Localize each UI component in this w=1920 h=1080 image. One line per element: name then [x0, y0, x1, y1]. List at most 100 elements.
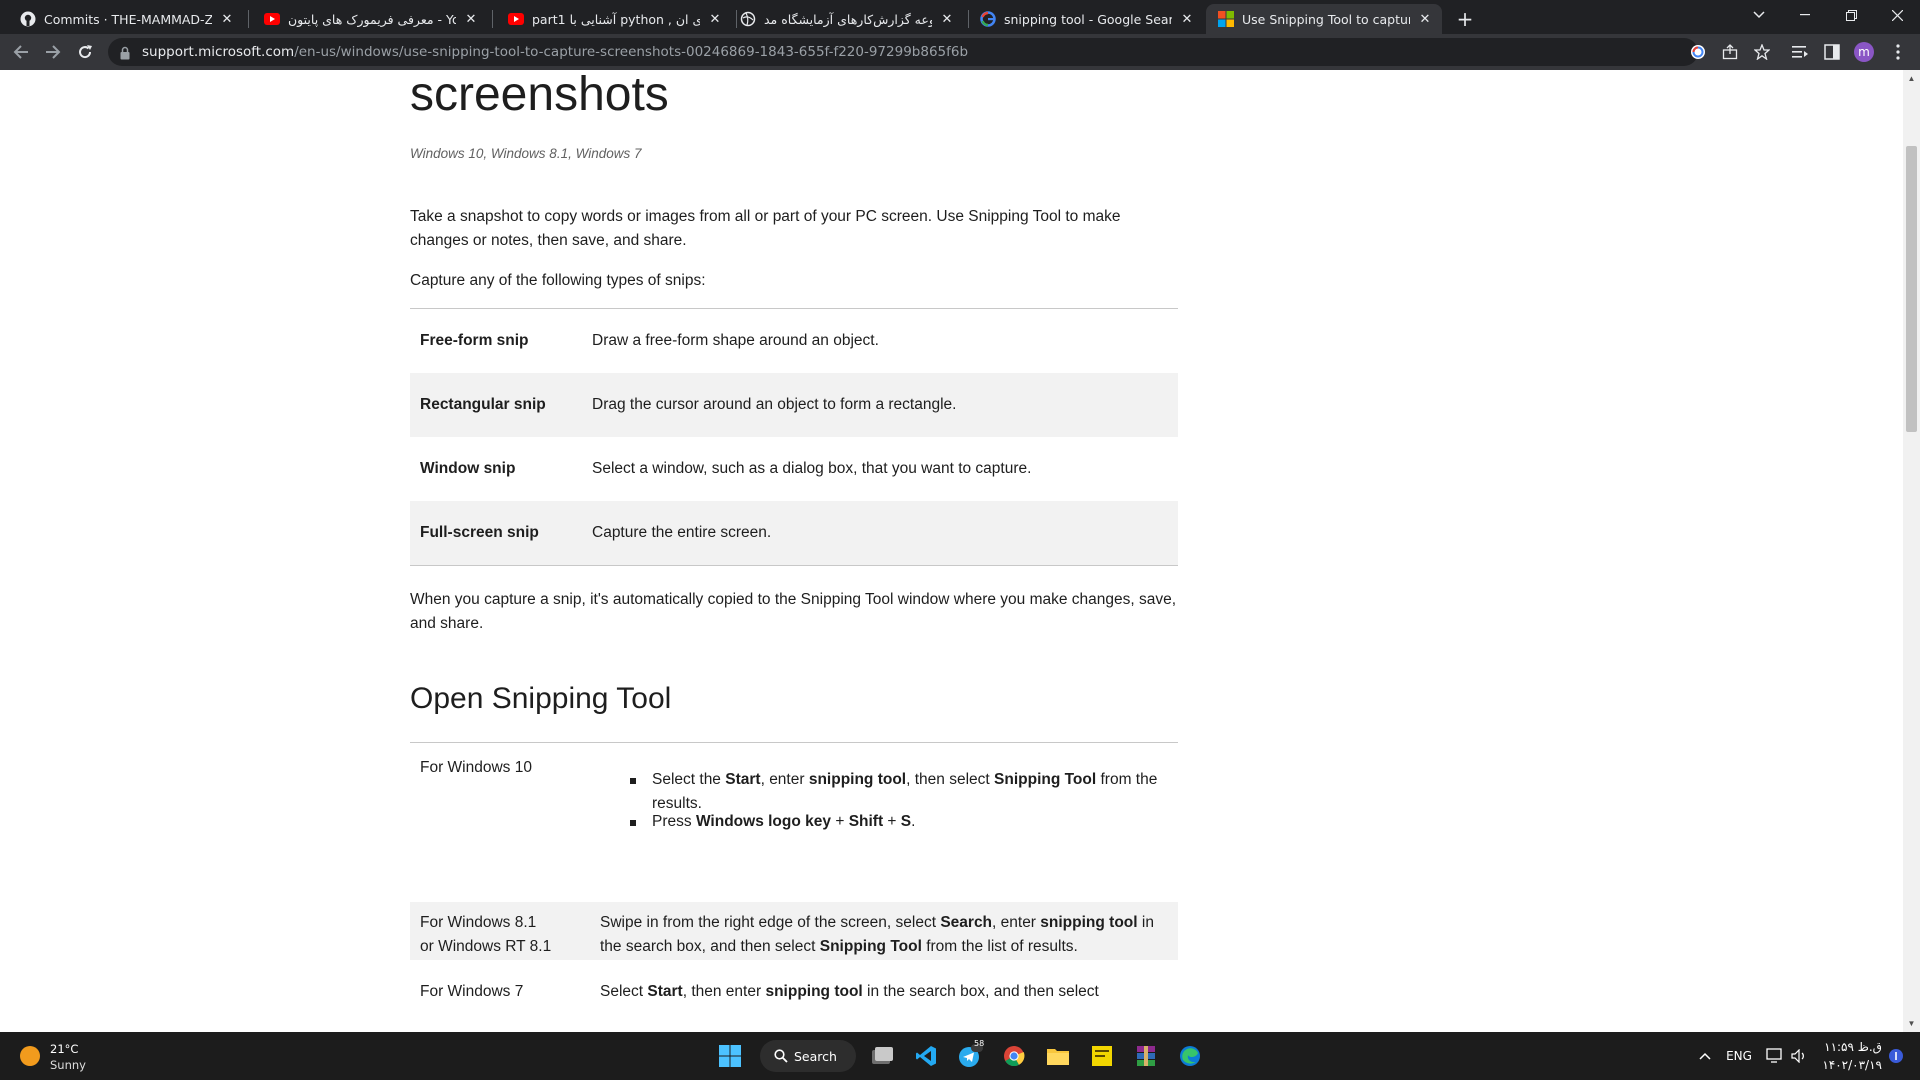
volume-icon[interactable] — [1788, 1032, 1810, 1080]
page-scrollbar[interactable]: ▲ ▼ — [1903, 70, 1920, 1032]
bookmark-star-icon[interactable] — [1750, 40, 1774, 64]
telegram-icon[interactable]: 58 — [954, 1039, 986, 1072]
step-text: in the search box, and then select — [862, 983, 1099, 1000]
forward-arrow-icon[interactable] — [41, 40, 65, 64]
chrome-icon[interactable] — [998, 1040, 1030, 1072]
intro-paragraph: Take a snapshot to copy words or images … — [410, 208, 1121, 249]
step-strong: snipping tool — [765, 983, 863, 1000]
clock-time: ۱۱:۵۹ ق.ظ — [1824, 1040, 1882, 1054]
bullet — [630, 778, 636, 784]
google-icon — [980, 11, 996, 27]
start-button[interactable] — [714, 1040, 746, 1072]
step-text: , enter — [992, 914, 1041, 931]
close-tab-icon[interactable]: ✕ — [1416, 10, 1434, 28]
step-strong: Windows logo key — [695, 813, 832, 830]
close-tab-icon[interactable]: ✕ — [938, 10, 956, 28]
tab-search-chevron-icon[interactable] — [1736, 0, 1782, 30]
windows-81-steps: Swipe in from the right edge of the scre… — [600, 911, 1175, 959]
snip-desc: Select a window, such as a dialog box, t… — [592, 460, 1032, 477]
tab-title: معرفی فریمورک های پایتون - YouTube — [288, 11, 456, 27]
back-arrow-icon[interactable] — [9, 40, 33, 64]
scrollbar-thumb[interactable] — [1906, 146, 1917, 432]
youtube-icon — [264, 11, 280, 27]
google-lens-icon[interactable] — [1686, 40, 1710, 64]
step-strong: S — [900, 813, 912, 830]
tab-snipping-tool-support[interactable]: Use Snipping Tool to capture scre ✕ — [1206, 4, 1442, 34]
more-menu-icon[interactable] — [1886, 40, 1910, 64]
os-label: For Windows 10 — [420, 759, 532, 776]
edge-icon[interactable] — [1174, 1040, 1206, 1072]
after-capture-paragraph: When you capture a snip, it's automatica… — [410, 591, 1177, 632]
show-hidden-icons-chevron-icon[interactable] — [1694, 1032, 1716, 1080]
weather-temp: 21°C — [50, 1042, 79, 1056]
winrar-icon[interactable] — [1130, 1040, 1162, 1072]
divider — [410, 742, 1178, 743]
tab-separator — [248, 10, 249, 28]
address-bar[interactable]: support.microsoft.com/en-us/windows/use-… — [108, 38, 1770, 66]
minimize-icon[interactable] — [1782, 0, 1828, 30]
tab-google-search[interactable]: snipping tool - Google Search ✕ — [968, 4, 1204, 34]
step-text: Select — [600, 983, 648, 1000]
close-tab-icon[interactable]: ✕ — [706, 10, 724, 28]
step-text: + — [883, 813, 901, 830]
close-tab-icon[interactable]: ✕ — [462, 10, 480, 28]
table-row: Window snip Select a window, such as a d… — [410, 437, 1178, 501]
scroll-down-arrow-icon[interactable]: ▼ — [1903, 1015, 1920, 1032]
youtube-icon — [508, 11, 524, 27]
close-tab-icon[interactable]: ✕ — [1178, 10, 1196, 28]
sticky-notes-app-icon[interactable] — [1086, 1040, 1118, 1072]
windows-7-steps: Select Start, then enter snipping tool i… — [600, 980, 1175, 1004]
restore-icon[interactable] — [1828, 0, 1874, 30]
notification-icon[interactable] — [1884, 1032, 1908, 1080]
close-window-icon[interactable] — [1874, 0, 1920, 30]
os-label: For Windows 8.1 — [420, 914, 537, 931]
tab-youtube-python[interactable]: part1 آشنایی با python , های ان ✕ — [496, 4, 732, 34]
close-tab-icon[interactable]: ✕ — [218, 10, 236, 28]
step-strong: Snipping Tool — [819, 938, 922, 955]
web-page: screenshots Windows 10, Windows 8.1, Win… — [0, 70, 1920, 1032]
weather-desc: Sunny — [50, 1058, 86, 1072]
reload-icon[interactable] — [73, 40, 97, 64]
share-icon[interactable] — [1718, 40, 1742, 64]
step-text: , then select — [906, 771, 995, 788]
snip-name: Window snip — [420, 460, 516, 477]
github-icon — [20, 11, 36, 27]
profile-avatar[interactable]: m — [1852, 40, 1876, 64]
network-icon[interactable] — [1764, 1032, 1786, 1080]
language-indicator[interactable]: ENG — [1722, 1032, 1756, 1080]
reading-list-icon[interactable] — [1788, 40, 1812, 64]
tab-github-commits[interactable]: Commits · THE-MAMMAD-Z/bul ✕ — [8, 4, 244, 34]
tab-lab-reports[interactable]: مجموعه گزارش‌کارهای آزمایشگاه مد ✕ — [728, 4, 964, 34]
new-tab-button[interactable]: + — [1452, 6, 1478, 32]
clock-date: ۱۴۰۲/۰۳/۱۹ — [1822, 1058, 1882, 1072]
bullet — [630, 820, 636, 826]
vscode-icon[interactable] — [910, 1040, 942, 1072]
step-text: from the list of results. — [921, 938, 1078, 955]
step-strong: Search — [940, 914, 993, 931]
table-row: Full-screen snip Capture the entire scre… — [410, 501, 1178, 565]
tab-title: Commits · THE-MAMMAD-Z/bul — [44, 11, 212, 27]
taskbar-search-button[interactable]: Search — [760, 1040, 856, 1072]
os-label: or Windows RT 8.1 — [420, 938, 552, 955]
browser-toolbar: support.microsoft.com/en-us/windows/use-… — [0, 34, 1920, 70]
sun-icon — [20, 1046, 40, 1066]
tab-title: snipping tool - Google Search — [1004, 11, 1172, 27]
side-panel-icon[interactable] — [1820, 40, 1844, 64]
task-view-icon[interactable] — [866, 1040, 898, 1072]
search-label: Search — [794, 1048, 837, 1064]
tab-separator — [492, 10, 493, 28]
lock-icon[interactable] — [120, 45, 130, 60]
globe-icon — [740, 11, 756, 27]
snip-name: Free-form snip — [420, 332, 529, 349]
search-icon — [774, 1049, 788, 1063]
tab-youtube-frameworks[interactable]: معرفی فریمورک های پایتون - YouTube ✕ — [252, 4, 488, 34]
scroll-up-arrow-icon[interactable]: ▲ — [1903, 70, 1920, 87]
capture-lead: Capture any of the following types of sn… — [410, 272, 706, 289]
file-explorer-icon[interactable] — [1042, 1040, 1074, 1072]
windows-81-row: For Windows 8.1 or Windows RT 8.1 Swipe … — [410, 902, 1178, 960]
table-row: Rectangular snip Drag the cursor around … — [410, 373, 1178, 437]
step-text: Select the — [652, 771, 726, 788]
url-text[interactable]: support.microsoft.com/en-us/windows/use-… — [142, 44, 968, 60]
windows-7-row: For Windows 7 Select Start, then enter s… — [410, 970, 1178, 1032]
step-text: , enter — [760, 771, 809, 788]
